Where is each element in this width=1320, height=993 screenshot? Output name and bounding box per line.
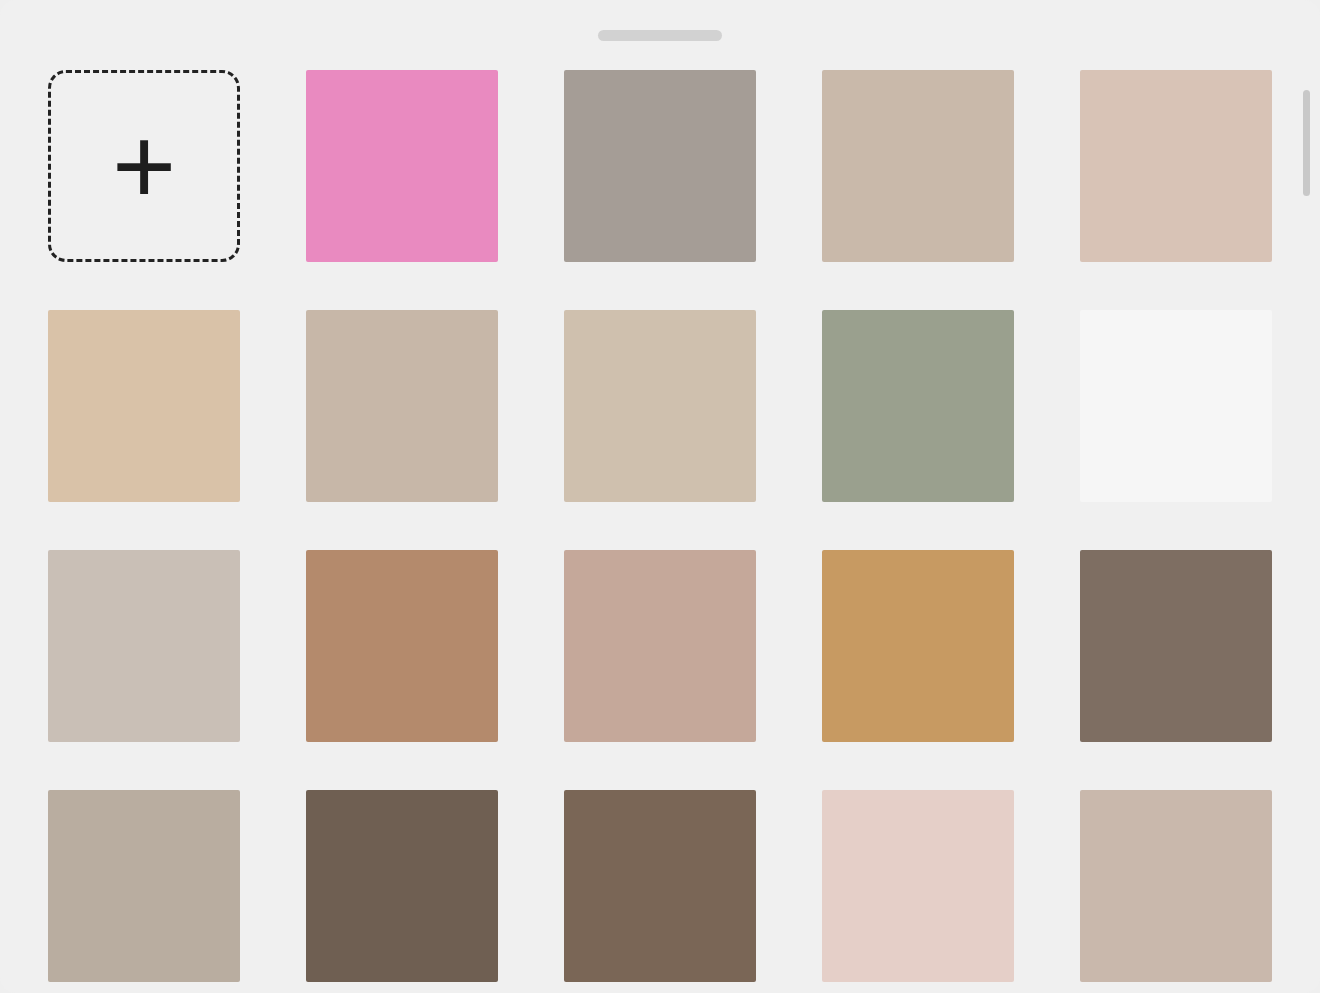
sticker[interactable] bbox=[822, 790, 1014, 982]
sticker-panel: + bbox=[0, 0, 1320, 993]
scrollbar[interactable] bbox=[1303, 90, 1310, 196]
sticker[interactable] bbox=[306, 70, 498, 262]
sticker[interactable] bbox=[822, 310, 1014, 502]
sticker[interactable] bbox=[564, 310, 756, 502]
sticker[interactable] bbox=[564, 550, 756, 742]
sticker[interactable] bbox=[1080, 70, 1272, 262]
sticker[interactable] bbox=[822, 550, 1014, 742]
sticker[interactable] bbox=[564, 790, 756, 982]
sticker[interactable] bbox=[306, 790, 498, 982]
plus-icon: + bbox=[112, 111, 176, 221]
sticker[interactable] bbox=[1080, 550, 1272, 742]
sticker[interactable] bbox=[822, 70, 1014, 262]
drag-handle[interactable] bbox=[598, 30, 722, 41]
sticker[interactable] bbox=[48, 550, 240, 742]
sticker-grid: + bbox=[0, 41, 1320, 982]
sticker[interactable] bbox=[306, 550, 498, 742]
sticker[interactable] bbox=[48, 790, 240, 982]
sticker[interactable] bbox=[1080, 310, 1272, 502]
sticker[interactable] bbox=[564, 70, 756, 262]
add-sticker-button[interactable]: + bbox=[48, 70, 240, 262]
sticker[interactable] bbox=[1080, 790, 1272, 982]
sticker[interactable] bbox=[48, 310, 240, 502]
sticker[interactable] bbox=[306, 310, 498, 502]
